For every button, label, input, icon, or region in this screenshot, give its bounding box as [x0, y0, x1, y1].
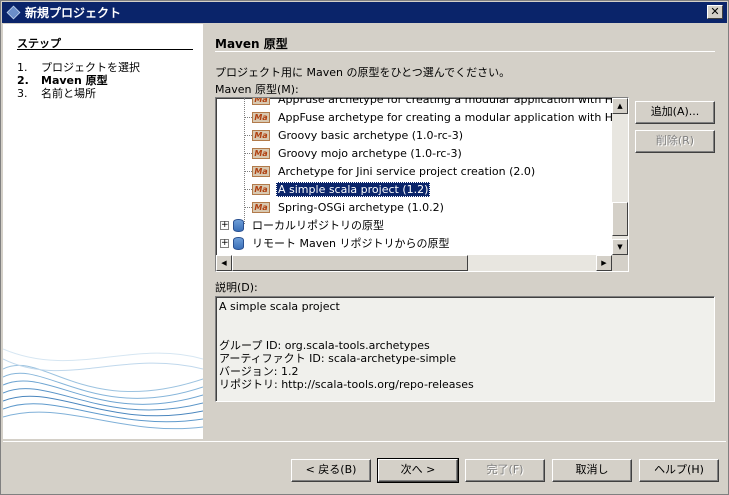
maven-icon: Ma: [252, 201, 270, 213]
artifact-id-text: アーティファクト ID: scala-archetype-simple: [219, 352, 457, 365]
remove-archetype-button[interactable]: 削除(R): [635, 130, 715, 153]
steps-list: 1. プロジェクトを選択 2. Maven 原型 3. 名前と場所: [17, 61, 140, 100]
window-title: 新規プロジェクト: [25, 6, 122, 20]
group-id-text: グループ ID: org.scala-tools.archetypes: [219, 339, 430, 352]
cancel-button[interactable]: 取消し: [552, 459, 632, 482]
help-button[interactable]: ヘルプ(H): [639, 459, 719, 482]
new-project-dialog: 新規プロジェクト ✕ ステップ 1. プロジェクトを選択 2. Maven 原型 3…: [0, 0, 729, 495]
description-summary: A simple scala project: [219, 300, 340, 313]
expand-icon[interactable]: +: [220, 238, 229, 248]
title-divider: [215, 51, 715, 52]
maven-icon: Ma: [252, 129, 270, 141]
steps-divider: [17, 49, 193, 50]
maven-icon: Ma: [252, 165, 270, 177]
tree-item-archetype[interactable]: Ma Spring-OSGi archetype (1.0.2): [252, 198, 446, 216]
step-item: 3. 名前と場所: [17, 87, 96, 100]
scroll-up-icon[interactable]: ▲: [612, 98, 628, 114]
scroll-left-icon[interactable]: ◀: [216, 255, 232, 271]
instruction-text: プロジェクト用に Maven の原型をひとつ選んでください。: [215, 66, 511, 79]
repository-icon: [233, 218, 244, 232]
tree-item-archetype[interactable]: Ma Groovy basic archetype (1.0-rc-3): [252, 126, 465, 144]
tree-item-archetype[interactable]: Ma AppFuse archetype for creating a modu…: [252, 108, 628, 126]
close-icon[interactable]: ✕: [707, 5, 723, 19]
title-bar[interactable]: 新規プロジェクト ✕: [2, 2, 727, 23]
scroll-right-icon[interactable]: ▶: [596, 255, 612, 271]
repository-icon: [233, 236, 244, 250]
tree-item-local-repo[interactable]: + ローカルリポジトリの原型: [220, 216, 386, 234]
maven-icon: Ma: [252, 183, 270, 195]
maven-icon: Ma: [252, 98, 270, 105]
maven-icon: Ma: [252, 111, 270, 123]
page-title: Maven 原型: [215, 37, 288, 51]
tree-item-archetype-selected[interactable]: Ma A simple scala project (1.2): [252, 180, 431, 198]
horizontal-scroll-thumb[interactable]: [232, 255, 468, 271]
tree-item-archetype[interactable]: Ma Archetype for Jini service project cr…: [252, 162, 537, 180]
add-archetype-button[interactable]: 追加(A)...: [635, 101, 715, 124]
version-text: バージョン: 1.2: [219, 365, 299, 378]
repository-text: リポジトリ: http://scala-tools.org/repo-relea…: [219, 378, 474, 391]
tree-vertical-scrollbar[interactable]: ▲ ▼: [612, 98, 628, 255]
content-panel: Maven 原型 プロジェクト用に Maven の原型をひとつ選んでください。 …: [203, 24, 728, 439]
step-item-current: 2. Maven 原型: [17, 74, 108, 87]
description-label: 説明(D):: [215, 281, 258, 294]
decorative-wave-graphic: [3, 348, 203, 430]
expand-icon[interactable]: +: [220, 220, 229, 230]
footer-divider: [3, 441, 726, 442]
vertical-scroll-thumb[interactable]: [612, 202, 628, 236]
scroll-down-icon[interactable]: ▼: [612, 239, 628, 255]
netbeans-cube-icon: [6, 5, 21, 20]
archetype-tree[interactable]: Ma AppFuse archetype for creating a modu…: [215, 97, 629, 272]
next-button[interactable]: 次へ >: [377, 458, 459, 483]
tree-item-archetype[interactable]: Ma AppFuse archetype for creating a modu…: [252, 98, 628, 108]
tree-horizontal-scrollbar[interactable]: ◀ ▶: [216, 255, 612, 271]
tree-item-archetype[interactable]: Ma Groovy mojo archetype (1.0-rc-3): [252, 144, 464, 162]
maven-icon: Ma: [252, 147, 270, 159]
step-item: 1. プロジェクトを選択: [17, 61, 140, 74]
finish-button[interactable]: 完了(F): [465, 459, 545, 482]
scrollbar-corner: [612, 255, 628, 271]
back-button[interactable]: < 戻る(B): [291, 459, 371, 482]
description-area[interactable]: A simple scala project グループ ID: org.scal…: [215, 296, 715, 402]
steps-panel: ステップ 1. プロジェクトを選択 2. Maven 原型 3. 名前と場所: [3, 24, 203, 439]
archetype-list-label: Maven 原型(M):: [215, 83, 299, 96]
tree-item-remote-repo[interactable]: + リモート Maven リポジトリからの原型: [220, 234, 451, 252]
